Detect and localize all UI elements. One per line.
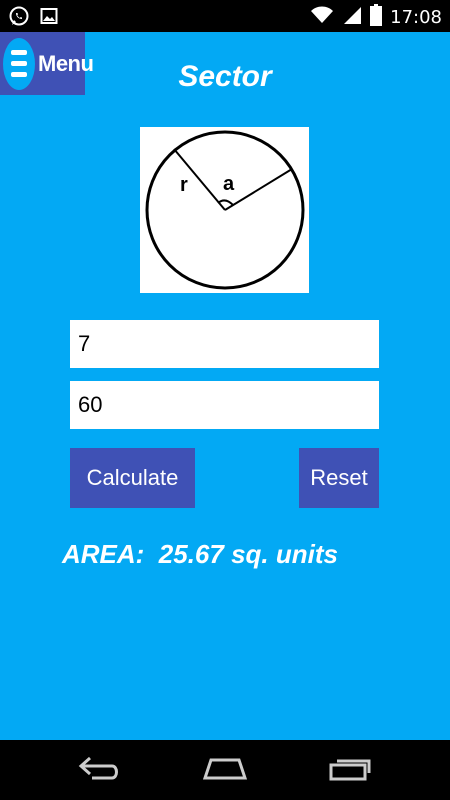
recent-apps-button[interactable] (320, 750, 380, 790)
angle-label: a (223, 173, 235, 195)
back-icon (78, 755, 122, 786)
app-screen: Menu Sector r a Calculate Reset AREA: 25… (0, 32, 450, 739)
calculate-button[interactable]: Calculate (70, 448, 195, 508)
notification-icons (8, 5, 58, 32)
navigation-bar (0, 740, 450, 800)
back-button[interactable] (70, 750, 130, 790)
signal-icon (342, 5, 362, 30)
area-result: AREA: 25.67 sq. units (62, 539, 338, 569)
clock: 17:08 (390, 6, 442, 28)
radius-line-right (224, 168, 293, 211)
system-status: 17:08 (310, 4, 442, 31)
sector-diagram: r a (140, 127, 309, 293)
image-icon (40, 7, 58, 30)
angle-input[interactable] (70, 381, 379, 429)
home-button[interactable] (195, 750, 255, 790)
wifi-icon (310, 5, 334, 30)
reset-button[interactable]: Reset (299, 448, 379, 508)
page-title: Sector (178, 60, 272, 93)
whatsapp-icon (8, 5, 30, 32)
recent-apps-icon (327, 755, 373, 786)
radius-label: r (180, 174, 188, 196)
battery-icon (370, 4, 383, 31)
radius-input[interactable] (70, 320, 379, 368)
status-bar: 17:08 (0, 0, 450, 32)
home-icon (201, 755, 249, 786)
